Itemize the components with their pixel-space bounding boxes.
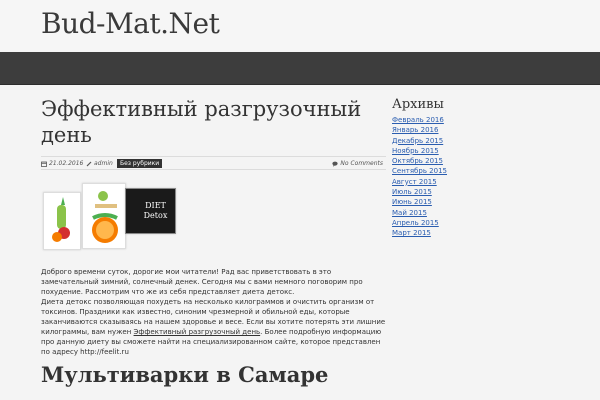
archive-link[interactable]: Январь 2016 — [392, 126, 438, 134]
calendar-icon — [41, 161, 47, 167]
archive-item: Июль 2015 — [392, 187, 512, 197]
archive-item: Ноябрь 2015 — [392, 146, 512, 156]
next-post-title[interactable]: Мультиварки в Самаре — [41, 362, 328, 387]
archive-item: Февраль 2016 — [392, 115, 512, 125]
archive-item: Апрель 2015 — [392, 218, 512, 228]
archive-item: Май 2015 — [392, 208, 512, 218]
archives-list: Февраль 2016 Январь 2016 Декабрь 2015 Но… — [392, 115, 512, 239]
archives-widget-title: Архивы — [392, 97, 444, 112]
archive-link[interactable]: Апрель 2015 — [392, 219, 439, 227]
post-image-collage: DIET Detox — [41, 183, 176, 255]
archive-link[interactable]: Февраль 2016 — [392, 116, 444, 124]
archive-item: Сентябрь 2015 — [392, 166, 512, 176]
archive-item: Январь 2016 — [392, 125, 512, 135]
sidebar: Архивы Февраль 2016 Январь 2016 Декабрь … — [392, 97, 512, 239]
archive-link[interactable]: Август 2015 — [392, 178, 437, 186]
post-date: 21.02.2016 — [41, 160, 83, 167]
post-paragraph-1: Доброго времени суток, дорогие мои читат… — [41, 268, 363, 296]
site-title-link[interactable]: Bud-Mat.Net — [41, 7, 220, 40]
inline-post-link[interactable]: Эффективный разгрузочный день — [134, 328, 261, 336]
post-author[interactable]: admin — [86, 160, 113, 167]
vegetables-photo — [43, 192, 81, 250]
post-date-text: 21.02.2016 — [49, 160, 84, 167]
category-badge[interactable]: Без рубрики — [117, 159, 163, 168]
vegetables-icon — [52, 197, 70, 242]
diet-detox-text: DIET Detox — [143, 201, 168, 220]
post-title[interactable]: Эффективный разгрузочный день — [41, 96, 371, 148]
main-content: Эффективный разгрузочный день 21.02.2016… — [41, 88, 386, 400]
archive-item: Декабрь 2015 — [392, 136, 512, 146]
site-header: Bud-Mat.Net — [0, 0, 600, 52]
archive-item: Август 2015 — [392, 177, 512, 187]
archive-link[interactable]: Июнь 2015 — [392, 198, 432, 206]
archive-item: Октябрь 2015 — [392, 156, 512, 166]
main-navigation-bar — [0, 52, 600, 85]
fruit-photo — [82, 183, 126, 249]
archive-link[interactable]: Сентябрь 2015 — [392, 167, 447, 175]
comment-icon — [332, 161, 339, 167]
archive-link[interactable]: Май 2015 — [392, 209, 427, 217]
archive-link[interactable]: Октябрь 2015 — [392, 157, 443, 165]
citrus-icon — [92, 191, 118, 243]
archive-link[interactable]: Март 2015 — [392, 229, 431, 237]
archive-link[interactable]: Ноябрь 2015 — [392, 147, 439, 155]
post-meta: 21.02.2016 admin Без рубрики No Comments — [41, 156, 386, 170]
post-body: Доброго времени суток, дорогие мои читат… — [41, 267, 386, 357]
archive-item: Март 2015 — [392, 228, 512, 238]
archive-link[interactable]: Июль 2015 — [392, 188, 432, 196]
post-comments[interactable]: No Comments — [332, 160, 383, 167]
post: Эффективный разгрузочный день 21.02.2016… — [41, 96, 386, 357]
pencil-icon — [86, 161, 92, 166]
archive-link[interactable]: Декабрь 2015 — [392, 137, 443, 145]
archive-item: Июнь 2015 — [392, 197, 512, 207]
post-author-text: admin — [94, 160, 113, 167]
diet-detox-sign: DIET Detox — [125, 188, 176, 234]
post-comments-text: No Comments — [340, 160, 383, 167]
